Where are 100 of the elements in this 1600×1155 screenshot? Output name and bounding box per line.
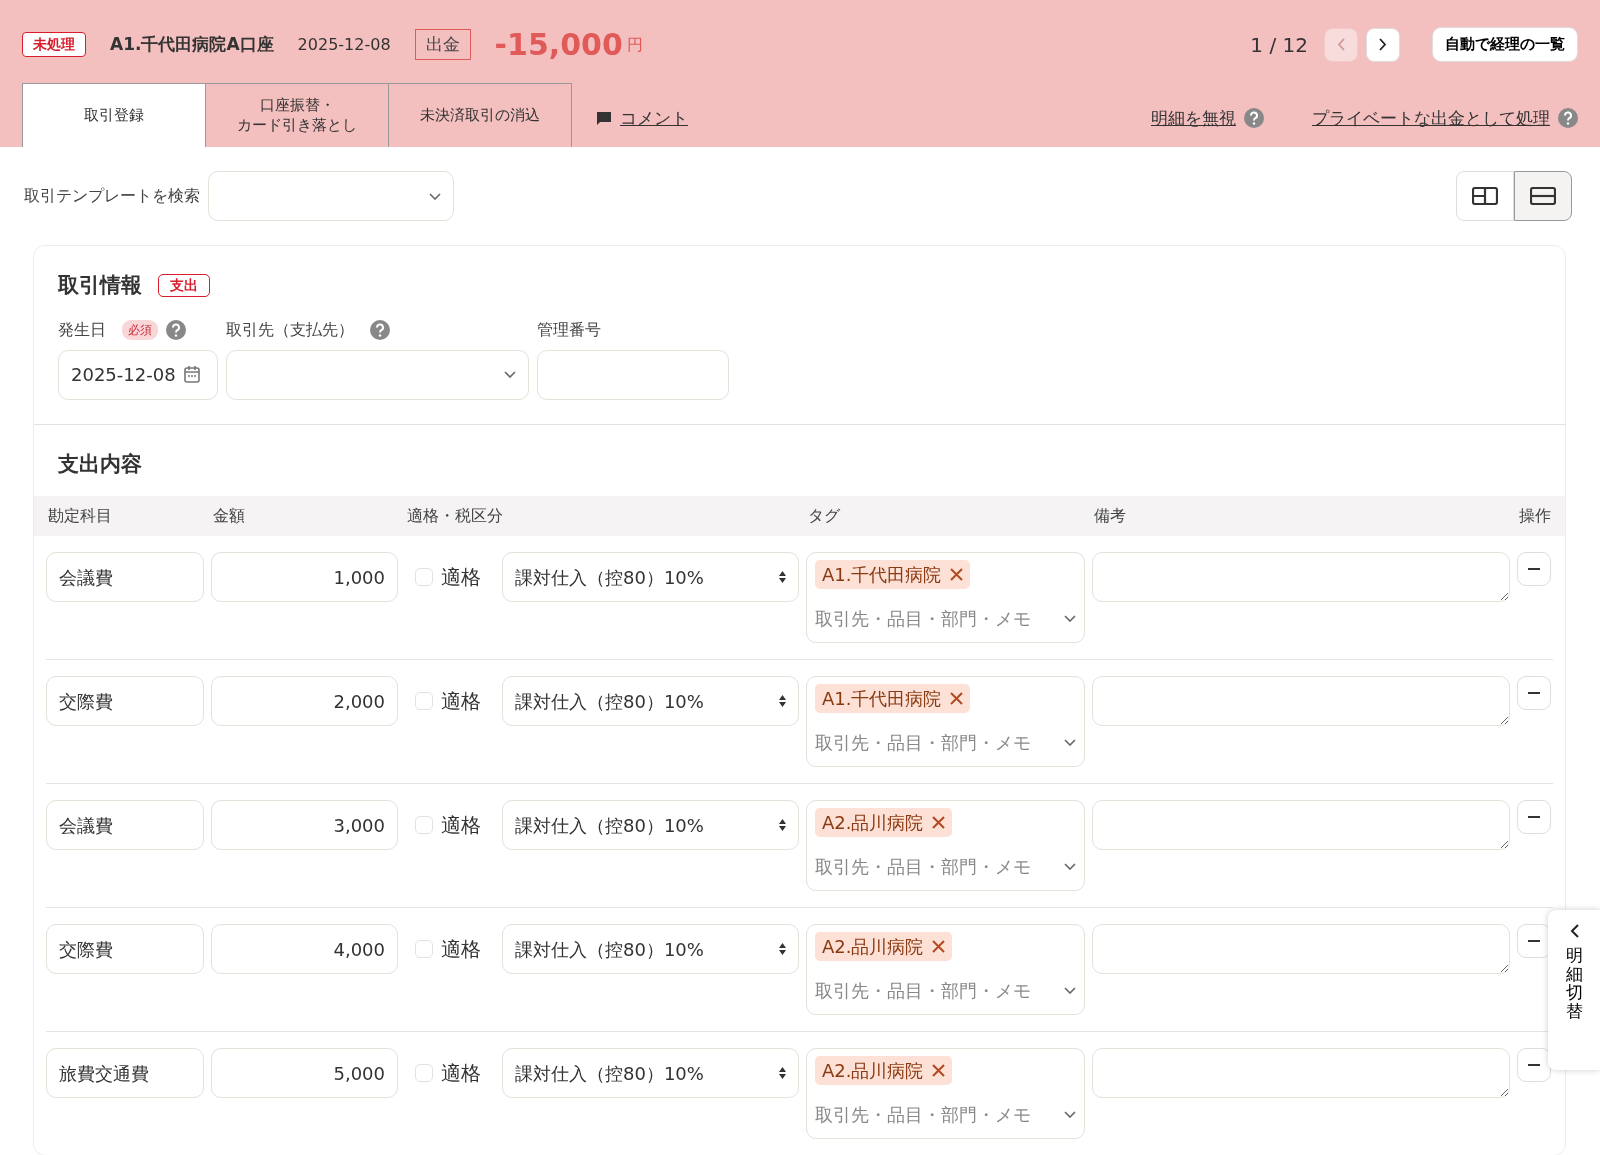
chevron-left-icon[interactable] [1569, 924, 1579, 938]
date-field[interactable]: 2025-12-08 [58, 349, 218, 400]
qualified-checkbox[interactable] [415, 568, 433, 586]
account-field[interactable]: 会議費 [46, 800, 204, 850]
chevron-down-icon [1064, 987, 1076, 994]
memo-field[interactable] [1092, 800, 1510, 850]
amount-field[interactable]: 1,000 [211, 552, 398, 602]
help-icon[interactable] [166, 319, 186, 340]
field-label: 発生日 [58, 318, 106, 341]
checkbox-label: 適格 [441, 564, 481, 591]
tag-label: A1.千代田病院 [822, 687, 942, 711]
memo-field[interactable] [1092, 1048, 1510, 1098]
header-link[interactable]: 明細を無視 [1151, 105, 1236, 131]
sort-arrows-icon [779, 695, 786, 707]
remove-row-button[interactable] [1517, 924, 1551, 958]
column-header: タグ [808, 505, 841, 527]
remove-row-button[interactable] [1517, 552, 1551, 586]
field-label: 取引先（支払先） [226, 318, 354, 341]
qualified-checkbox[interactable] [415, 940, 433, 958]
stacked-layout-icon [1530, 187, 1556, 205]
account-field[interactable]: 会議費 [46, 552, 204, 602]
comment-icon [596, 110, 612, 126]
remove-row-button[interactable] [1517, 676, 1551, 710]
direction-label: 出金 [414, 28, 471, 61]
chevron-down-icon [1064, 739, 1076, 746]
chevron-down-icon [429, 192, 441, 200]
remove-row-button[interactable] [1517, 800, 1551, 834]
memo-field[interactable] [1092, 552, 1510, 602]
account-field[interactable]: 交際費 [46, 676, 204, 726]
minus-icon [1528, 1064, 1540, 1066]
tag-placeholder: 取引先・品目・部門・メモ [815, 979, 1031, 1003]
tag-label: A2.品川病院 [822, 811, 924, 835]
memo-field[interactable] [1092, 676, 1510, 726]
transaction-date: 2025-12-08 [297, 33, 391, 56]
qualified-checkbox[interactable] [415, 1064, 433, 1082]
memo-field[interactable] [1092, 924, 1510, 974]
close-icon[interactable] [931, 940, 945, 953]
qualified-checkbox[interactable] [415, 692, 433, 710]
next-button[interactable] [1366, 27, 1400, 62]
amount: -15,000 [494, 26, 623, 64]
tab[interactable]: 未決済取引の消込 [388, 83, 572, 147]
section-title: 支出内容 [57, 450, 143, 478]
tax-select[interactable]: 課対仕入（控80）10% [502, 676, 799, 726]
checkbox-label: 適格 [441, 1060, 481, 1087]
chevron-down-icon [1064, 863, 1076, 870]
close-icon[interactable] [931, 1064, 945, 1077]
amount-field[interactable]: 4,000 [211, 924, 398, 974]
sort-arrows-icon [779, 943, 786, 955]
chevron-right-icon [1379, 38, 1387, 51]
tax-select[interactable]: 課対仕入（控80）10% [502, 924, 799, 974]
header-link[interactable]: プライベートな出金として処理 [1312, 105, 1550, 131]
tax-select[interactable]: 課対仕入（控80）10% [502, 800, 799, 850]
tag-input[interactable]: A2.品川病院 取引先・品目・部門・メモ [806, 1048, 1085, 1139]
account-field[interactable]: 交際費 [46, 924, 204, 974]
account-field[interactable]: 旅費交通費 [46, 1048, 204, 1098]
tag-input[interactable]: A2.品川病院 取引先・品目・部門・メモ [806, 800, 1085, 891]
chevron-down-icon [1064, 1111, 1076, 1118]
minus-icon [1528, 940, 1540, 942]
text-input[interactable] [537, 349, 729, 400]
field-label: 管理番号 [537, 318, 601, 341]
checkbox-label: 適格 [441, 936, 481, 963]
column-header: 適格・税区分 [407, 505, 504, 527]
checkbox-label: 適格 [441, 688, 481, 715]
tag-input[interactable]: A1.千代田病院 取引先・品目・部門・メモ [806, 552, 1085, 643]
column-header: 金額 [213, 505, 246, 527]
tag-label: A1.千代田病院 [822, 563, 942, 587]
close-icon[interactable] [949, 568, 963, 581]
tax-select[interactable]: 課対仕入（控80）10% [502, 1048, 799, 1098]
minus-icon [1528, 692, 1540, 694]
tag-input[interactable]: A2.品川病院 取引先・品目・部門・メモ [806, 924, 1085, 1015]
column-header: 勘定科目 [48, 505, 113, 527]
help-icon[interactable] [370, 319, 390, 340]
status-badge: 未処理 [22, 32, 86, 57]
tag-placeholder: 取引先・品目・部門・メモ [815, 855, 1031, 879]
amount-field[interactable]: 5,000 [211, 1048, 398, 1098]
minus-icon [1528, 568, 1540, 570]
currency-unit: 円 [626, 33, 643, 56]
remove-row-button[interactable] [1517, 1048, 1551, 1082]
layout-toggle-button[interactable] [1514, 171, 1572, 221]
amount-field[interactable]: 3,000 [211, 800, 398, 850]
close-icon[interactable] [931, 816, 945, 829]
list-button[interactable]: 自動で経理の一覧 [1432, 27, 1578, 62]
comment-link[interactable]: コメント [596, 105, 688, 131]
help-icon[interactable] [1244, 108, 1264, 129]
tab[interactable]: 取引登録 [22, 83, 206, 147]
calendar-icon[interactable] [183, 366, 200, 383]
sort-arrows-icon [779, 571, 786, 583]
account-name: A1.千代田病院A口座 [110, 32, 274, 56]
qualified-checkbox[interactable] [415, 816, 433, 834]
tag-input[interactable]: A1.千代田病院 取引先・品目・部門・メモ [806, 676, 1085, 767]
close-icon[interactable] [949, 692, 963, 705]
side-tab[interactable]: 明細切替 [1548, 910, 1600, 1070]
column-header: 操作 [1518, 505, 1551, 527]
amount-field[interactable]: 2,000 [211, 676, 398, 726]
tag-label: A2.品川病院 [822, 1059, 924, 1083]
section-title: 取引情報 [58, 272, 142, 299]
help-icon[interactable] [1558, 108, 1578, 129]
required-badge: 必須 [122, 319, 158, 340]
tax-select[interactable]: 課対仕入（控80）10% [502, 552, 799, 602]
chevron-down-icon [504, 371, 516, 378]
